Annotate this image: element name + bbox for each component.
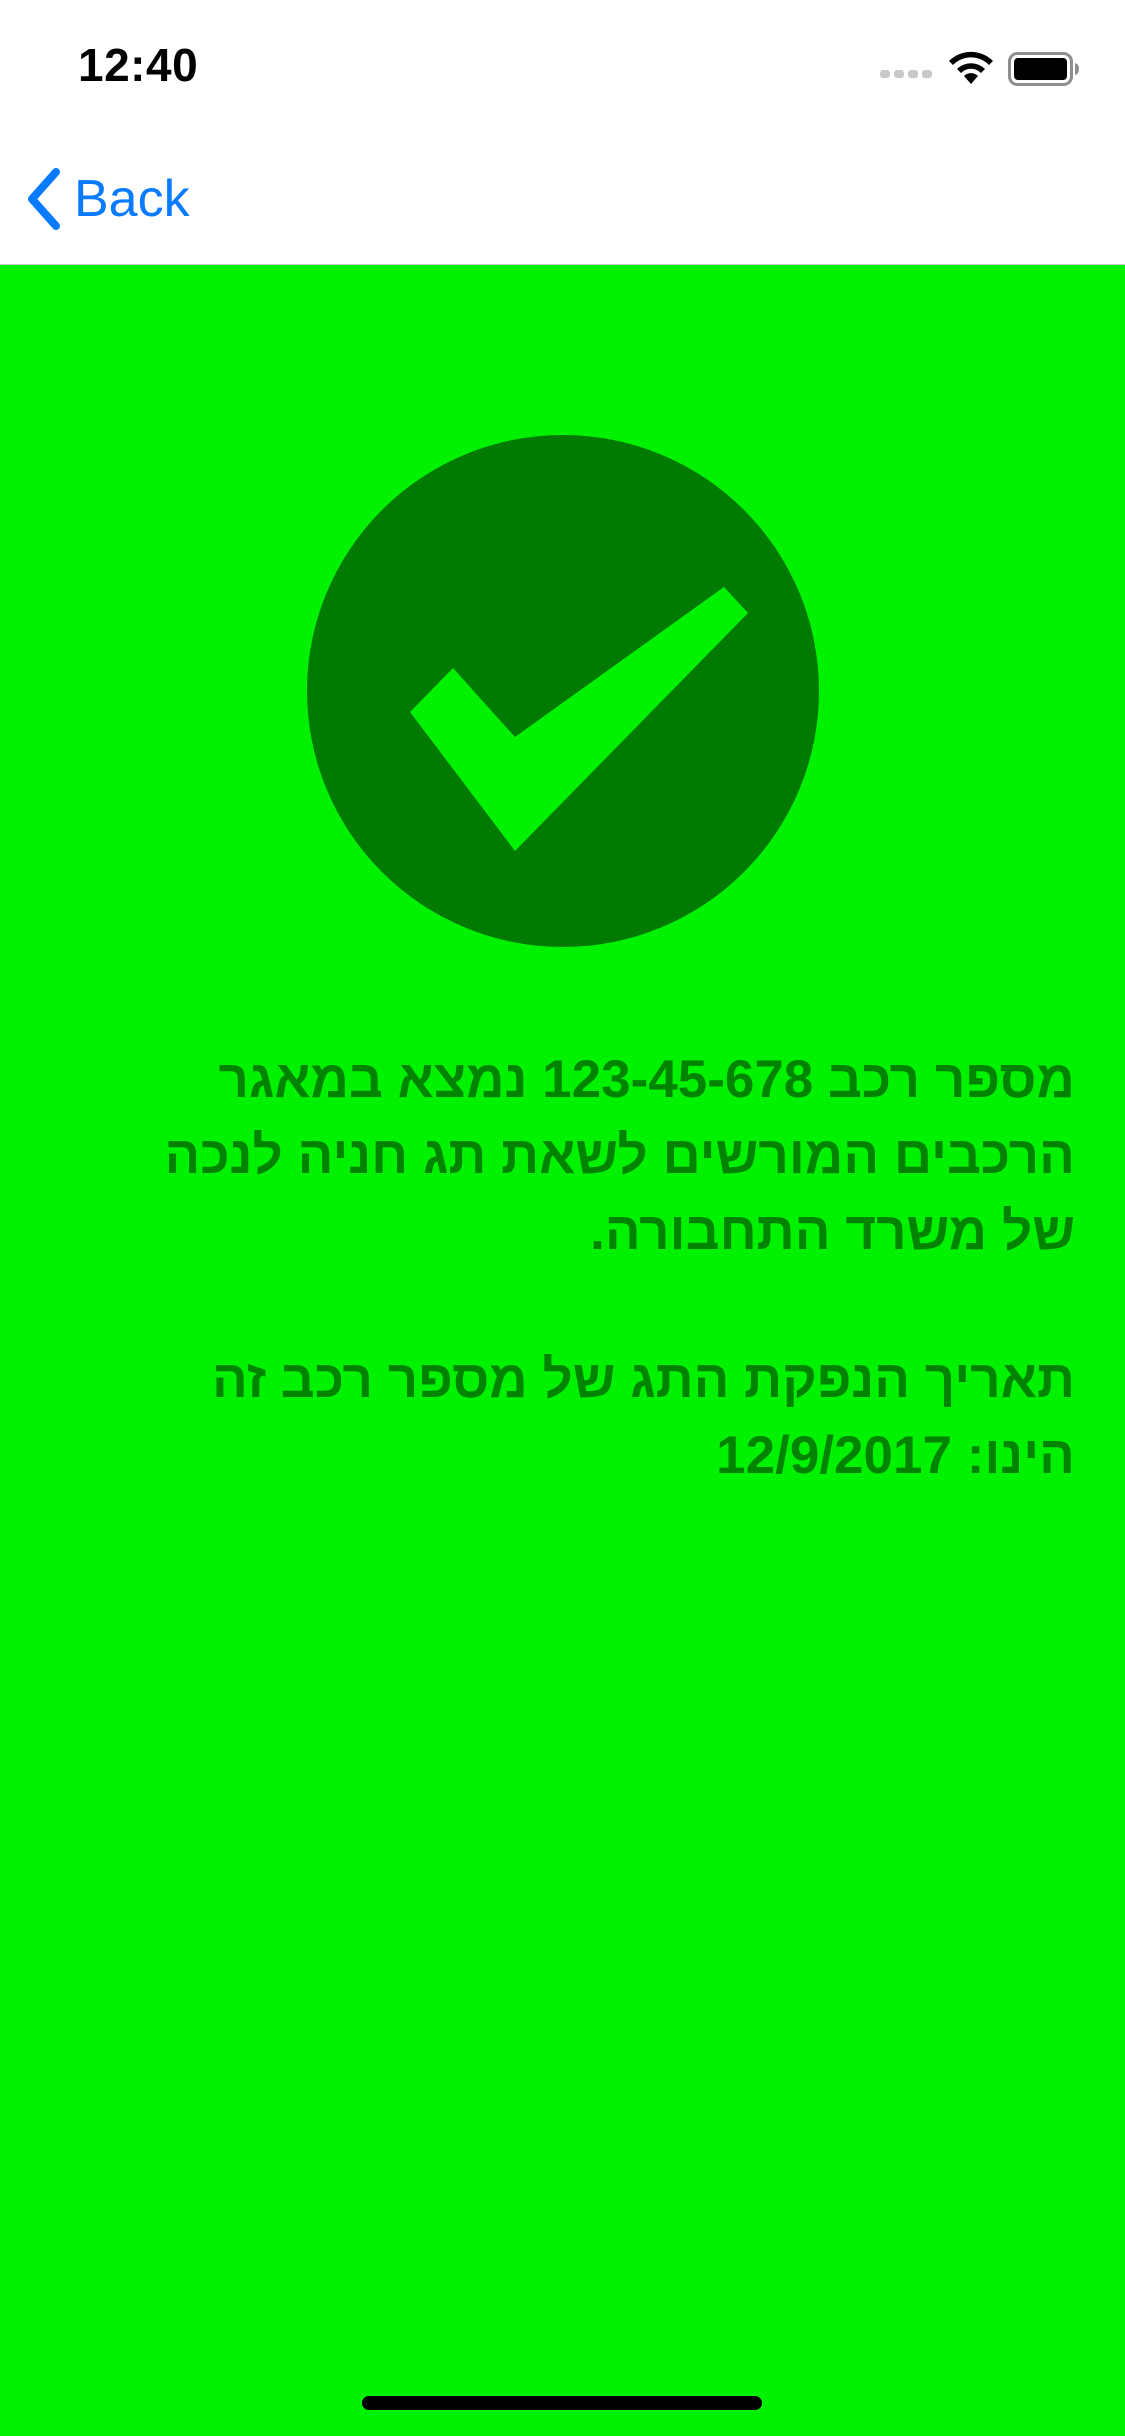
result-panel: מספר רכב 123-45-678 נמצא במאגר הרכבים המ… bbox=[0, 265, 1125, 2436]
battery-icon bbox=[1008, 52, 1079, 86]
navigation-bar: Back bbox=[0, 132, 1125, 265]
wifi-icon bbox=[949, 51, 993, 84]
issue-date-message: תאריך הנפקת התג של מספר רכב זה הינו: 12/… bbox=[211, 1350, 1075, 1485]
verification-message: מספר רכב 123-45-678 נמצא במאגר הרכבים המ… bbox=[164, 1050, 1075, 1261]
checkmark-circle-icon bbox=[307, 435, 819, 947]
status-bar: 12:40 bbox=[0, 0, 1125, 132]
cellular-signal-icon bbox=[880, 70, 932, 78]
back-label: Back bbox=[74, 170, 190, 228]
chevron-left-icon bbox=[28, 168, 60, 230]
back-button[interactable]: Back bbox=[24, 164, 190, 234]
status-time: 12:40 bbox=[78, 39, 199, 91]
home-indicator[interactable] bbox=[362, 2396, 762, 2410]
